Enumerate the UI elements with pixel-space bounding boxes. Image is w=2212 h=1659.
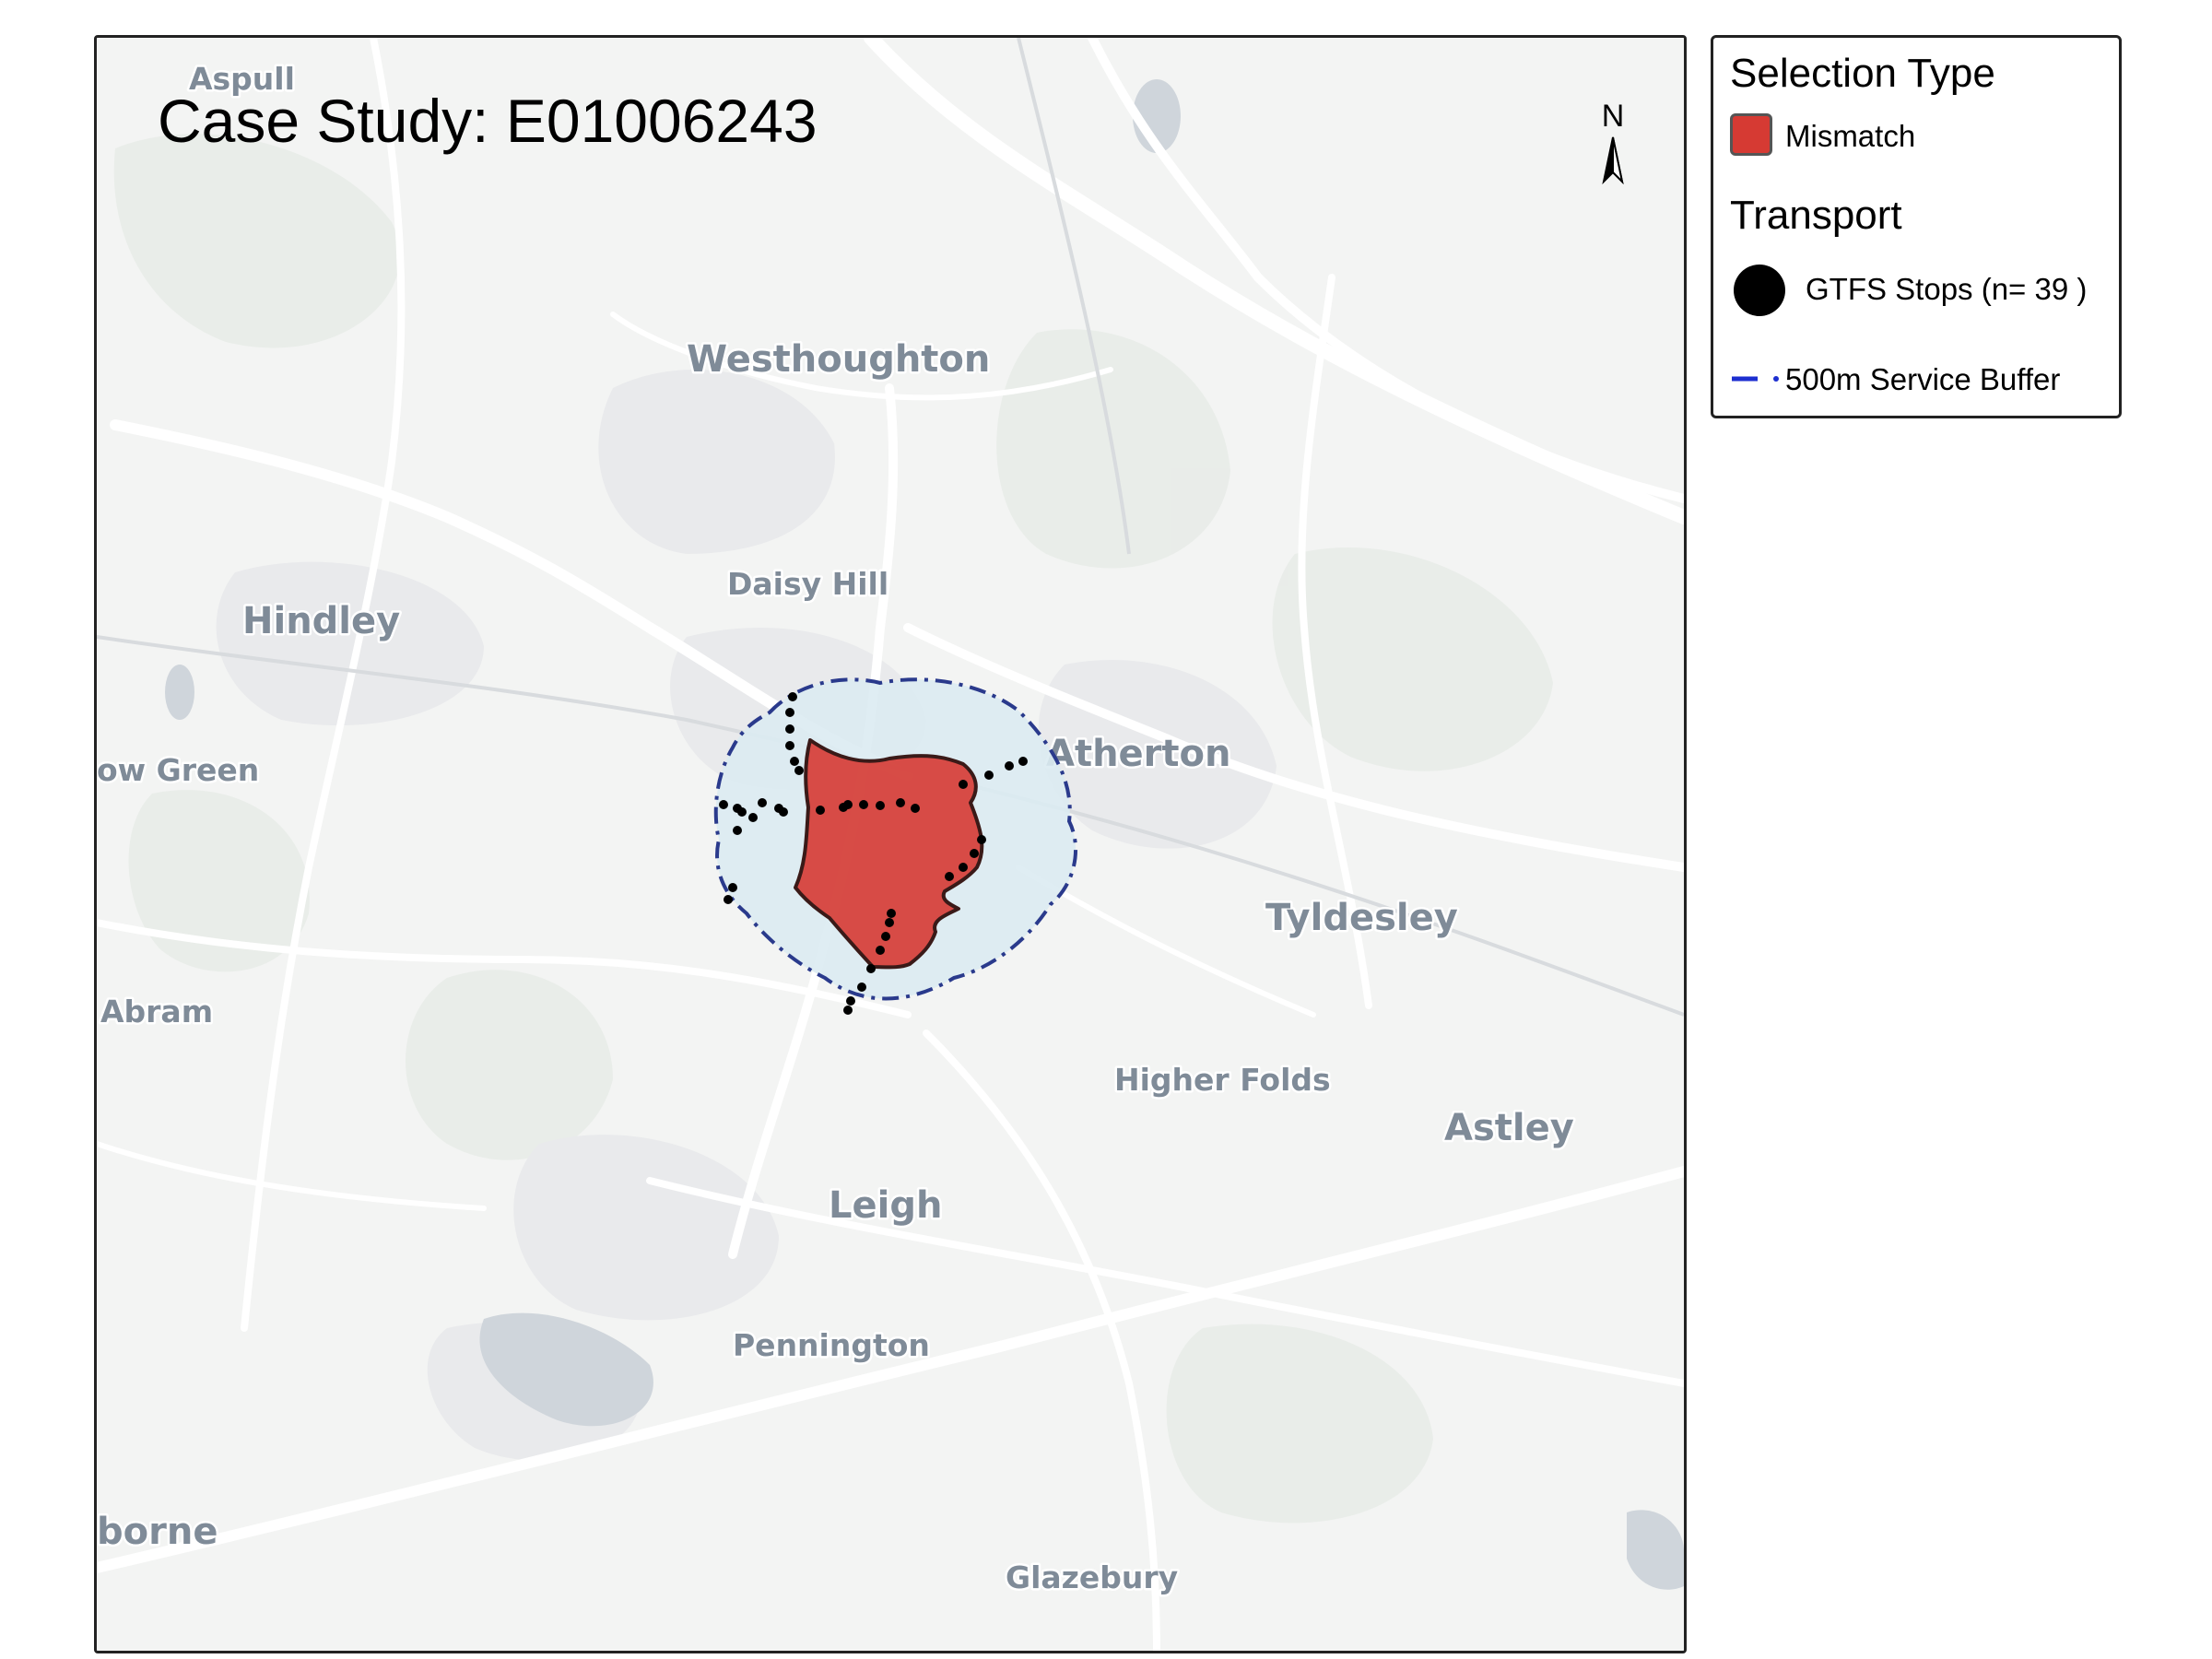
gtfs-stop-marker[interactable] (896, 798, 905, 807)
gtfs-stop-marker[interactable] (977, 835, 986, 844)
gtfs-stop-marker[interactable] (737, 807, 747, 817)
gtfs-stop-marker[interactable] (728, 883, 737, 892)
gtfs-stop-marker[interactable] (984, 771, 994, 780)
mismatch-swatch-icon (1730, 113, 1772, 156)
place-label-higher-folds: Higher Folds (1114, 1062, 1331, 1098)
buffer-line-icon (1732, 376, 1779, 382)
basemap: Aspull Westhoughton Daisy Hill Hindley o… (97, 38, 1684, 1651)
gtfs-stop-marker[interactable] (881, 932, 890, 941)
gtfs-stop-marker[interactable] (866, 964, 876, 973)
gtfs-stop-marker[interactable] (859, 800, 868, 809)
gtfs-stop-marker[interactable] (785, 724, 794, 734)
gtfs-stop-marker[interactable] (846, 996, 855, 1006)
gtfs-stop-marker[interactable] (857, 982, 866, 992)
gtfs-stop-marker[interactable] (733, 826, 742, 835)
north-label: N (1602, 99, 1625, 134)
legend-label-mismatch: Mismatch (1785, 119, 1916, 153)
gtfs-stop-marker[interactable] (785, 741, 794, 750)
place-label-golborne: borne (97, 1511, 218, 1553)
legend-label-buffer: 500m Service Buffer (1785, 362, 2061, 396)
place-label-pennington: Pennington (733, 1327, 930, 1363)
place-label-hindley: Hindley (242, 600, 400, 642)
gtfs-stop-marker[interactable] (816, 806, 825, 815)
gtfs-stop-marker[interactable] (748, 813, 758, 822)
place-label-astley: Astley (1444, 1107, 1574, 1149)
gtfs-stop-marker[interactable] (885, 918, 894, 927)
gtfs-stop-marker[interactable] (945, 872, 954, 881)
gtfs-stop-marker[interactable] (779, 807, 788, 817)
place-label-leigh: Leigh (829, 1184, 942, 1227)
gtfs-stop-marker[interactable] (724, 895, 733, 904)
gtfs-stop-marker[interactable] (843, 1006, 853, 1015)
gtfs-stop-marker[interactable] (911, 804, 920, 813)
place-label-bow-green: ow Green (97, 752, 259, 788)
stop-marker-icon (1734, 265, 1785, 316)
legend-label-stops: GTFS Stops (n= 39 ) (1806, 272, 2088, 306)
gtfs-stop-marker[interactable] (959, 780, 968, 789)
place-label-glazebury: Glazebury (1006, 1559, 1178, 1595)
map-panel[interactable]: Aspull Westhoughton Daisy Hill Hindley o… (94, 35, 1687, 1653)
gtfs-stop-marker[interactable] (788, 692, 797, 701)
gtfs-stop-marker[interactable] (1018, 757, 1028, 766)
legend-title-selection: Selection Type (1730, 51, 1995, 96)
place-label-daisy-hill: Daisy Hill (727, 566, 888, 602)
gtfs-stop-marker[interactable] (719, 800, 728, 809)
gtfs-stop-marker[interactable] (785, 708, 794, 717)
place-label-westhoughton: Westhoughton (687, 338, 990, 381)
place-label-atherton: Atherton (1046, 733, 1231, 775)
north-arrow-icon: N (1602, 99, 1625, 185)
gtfs-stop-marker[interactable] (794, 766, 804, 775)
gtfs-stop-marker[interactable] (970, 849, 979, 858)
gtfs-stop-marker[interactable] (876, 801, 885, 810)
gtfs-stop-marker[interactable] (843, 800, 853, 809)
gtfs-stop-marker[interactable] (876, 946, 885, 955)
gtfs-stop-marker[interactable] (887, 909, 896, 918)
map-title: Case Study: E01006243 (158, 87, 818, 155)
gtfs-stop-marker[interactable] (1005, 761, 1014, 771)
legend: Selection Type Mismatch Transport GTFS S… (1711, 35, 2122, 418)
gtfs-stop-marker[interactable] (790, 757, 799, 766)
legend-title-transport: Transport (1730, 193, 1902, 238)
gtfs-stop-marker[interactable] (959, 863, 968, 872)
gtfs-stop-marker[interactable] (758, 798, 767, 807)
place-label-tyldesley: Tyldesley (1265, 897, 1458, 939)
place-label-abram: Abram (100, 994, 213, 1030)
